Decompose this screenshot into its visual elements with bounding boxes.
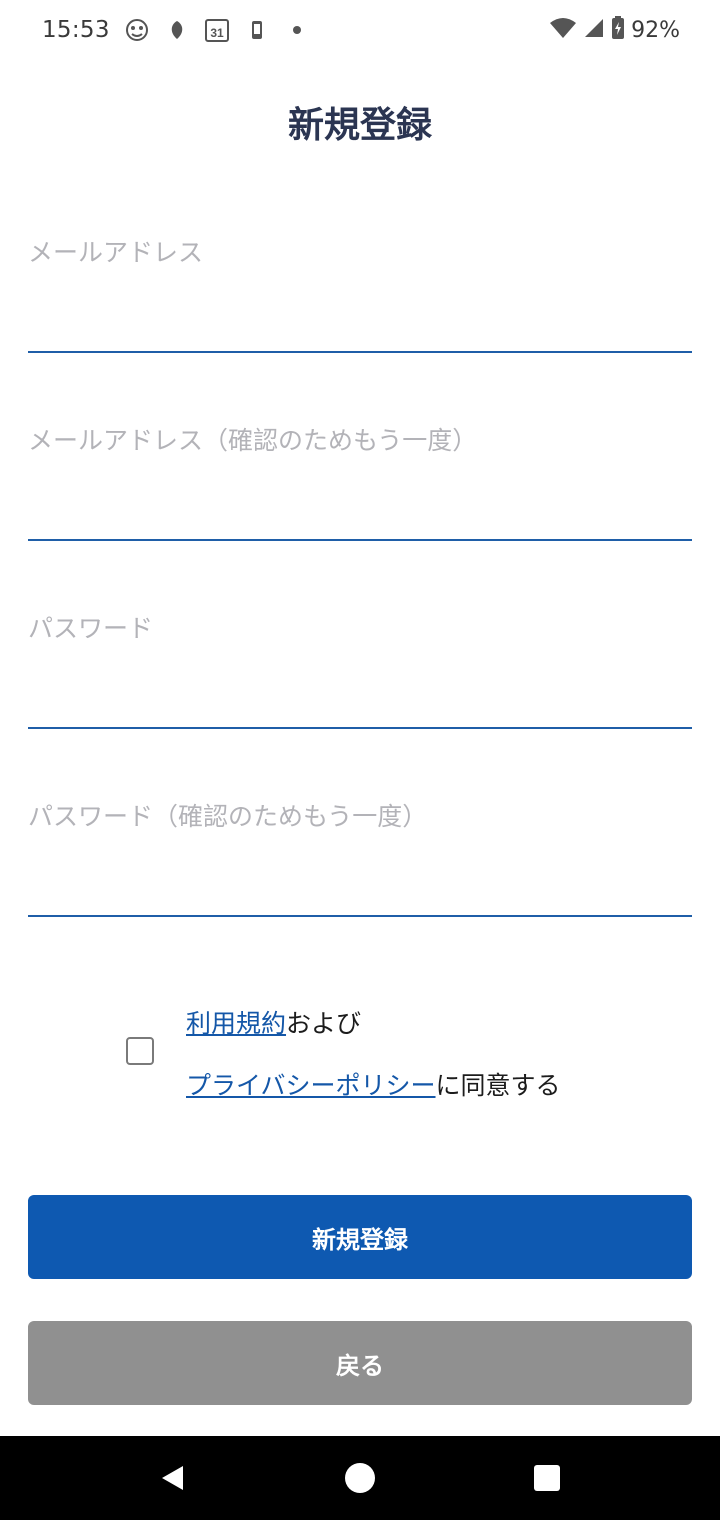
signal-icon [583, 17, 605, 43]
privacy-link[interactable]: プライバシーポリシー [186, 1071, 436, 1100]
register-button-label: 新規登録 [312, 1225, 408, 1254]
agree-line-2: プライバシーポリシーに同意する [186, 1066, 561, 1102]
email-confirm-field[interactable]: メールアドレス（確認のためもう一度） [28, 421, 692, 541]
password-confirm-input[interactable] [28, 865, 692, 909]
status-left: 15:53 31 [42, 17, 310, 43]
calendar-icon: 31 [204, 17, 230, 43]
agree-line-1: 利用規約および [186, 1004, 361, 1040]
system-nav-bar [0, 1436, 720, 1520]
register-button[interactable]: 新規登録 [28, 1195, 692, 1279]
email-confirm-label: メールアドレス（確認のためもう一度） [28, 426, 478, 455]
password-field[interactable]: パスワード [28, 609, 692, 729]
wifi-icon [549, 16, 577, 44]
agree-text: に同意する [435, 1071, 561, 1100]
email-input[interactable] [28, 301, 692, 345]
leaf-icon [164, 17, 190, 43]
email-label: メールアドレス [28, 238, 204, 267]
page-title: 新規登録 [287, 105, 432, 146]
signup-screen: 15:53 31 92% 新規登録 メールアドレス メールアドレス（確認のためも… [0, 0, 720, 1520]
phone-icon [244, 17, 270, 43]
password-input[interactable] [28, 677, 692, 721]
battery-icon [611, 16, 625, 44]
dot-icon [284, 17, 310, 43]
status-time: 15:53 [42, 17, 110, 43]
recents-icon[interactable] [517, 1448, 577, 1508]
status-right: 92% [549, 16, 680, 44]
home-icon[interactable] [330, 1448, 390, 1508]
email-confirm-input[interactable] [28, 489, 692, 533]
password-confirm-label: パスワード（確認のためもう一度） [28, 802, 428, 831]
terms-link[interactable]: 利用規約 [186, 1009, 286, 1038]
calendar-day: 31 [210, 26, 224, 40]
back-button-label: 戻る [336, 1351, 384, 1380]
agree-checkbox[interactable] [126, 1037, 154, 1065]
status-bar: 15:53 31 92% [0, 0, 720, 60]
password-label: パスワード [28, 614, 154, 643]
email-field[interactable]: メールアドレス [28, 233, 692, 353]
password-confirm-field[interactable]: パスワード（確認のためもう一度） [28, 797, 692, 917]
back-icon[interactable] [143, 1448, 203, 1508]
mascot-icon [124, 17, 150, 43]
back-button[interactable]: 戻る [28, 1321, 692, 1405]
and-text: および [286, 1009, 362, 1038]
battery-percent: 92% [631, 17, 680, 43]
